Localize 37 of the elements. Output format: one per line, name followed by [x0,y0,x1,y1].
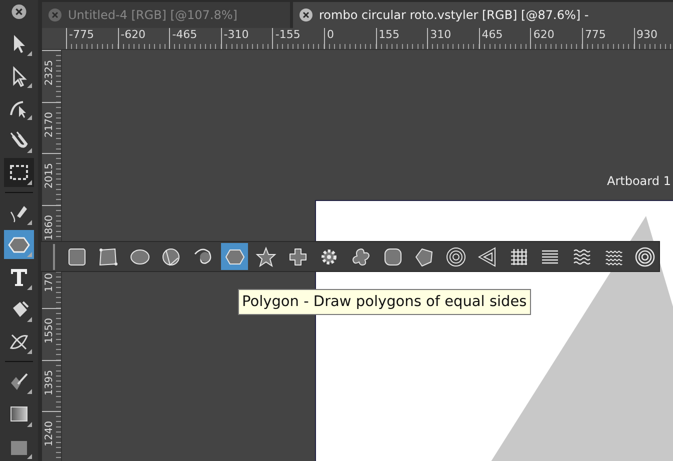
ruler-label: 170 [43,272,56,292]
ruler-label: 465 [482,28,503,42]
ruler-label: 0 [326,28,334,42]
ruler-label: -775 [69,28,94,42]
rounded-square-icon [382,246,404,268]
circle-handles-icon [160,246,182,268]
ruler-label: 2015 [43,163,56,189]
ruler-label: 2170 [43,112,56,138]
flower-icon [350,246,372,268]
artboard-label: Artboard 1 [607,174,671,188]
close-icon[interactable] [299,8,313,22]
triangle-icon [476,246,498,268]
square-icon [66,246,88,268]
document-tab[interactable]: rombo circular roto.vstyler [RGB] [@87.6%] - [293,2,673,28]
ruler-label: 2325 [43,60,56,86]
ruler-label: 1240 [43,421,56,447]
close-icon[interactable] [11,4,27,20]
ruler-label: 930 [636,28,658,42]
shape-tool-button[interactable] [220,243,248,270]
ruler-label: -155 [275,28,300,42]
ruler-label: 1860 [43,214,56,240]
rings-icon [634,246,656,268]
ruler-label: 310 [430,28,452,42]
ruler-label: 620 [533,28,554,42]
ruler-label: 775 [584,28,606,42]
ruler-label: -620 [120,28,146,42]
star-icon [255,246,278,268]
ruler-label: 155 [378,28,400,42]
tool-button[interactable] [4,158,34,187]
ruler-label: 1395 [43,370,56,396]
cross-icon [286,246,309,268]
ruler-label: 1550 [43,318,56,344]
tooltip: Polygon - Draw polygons of equal sides [238,289,531,315]
pentagon-icon [413,246,436,268]
letter-t-icon [8,266,30,288]
ruler-label: -310 [224,28,249,42]
ruler-label: -465 [172,28,198,42]
